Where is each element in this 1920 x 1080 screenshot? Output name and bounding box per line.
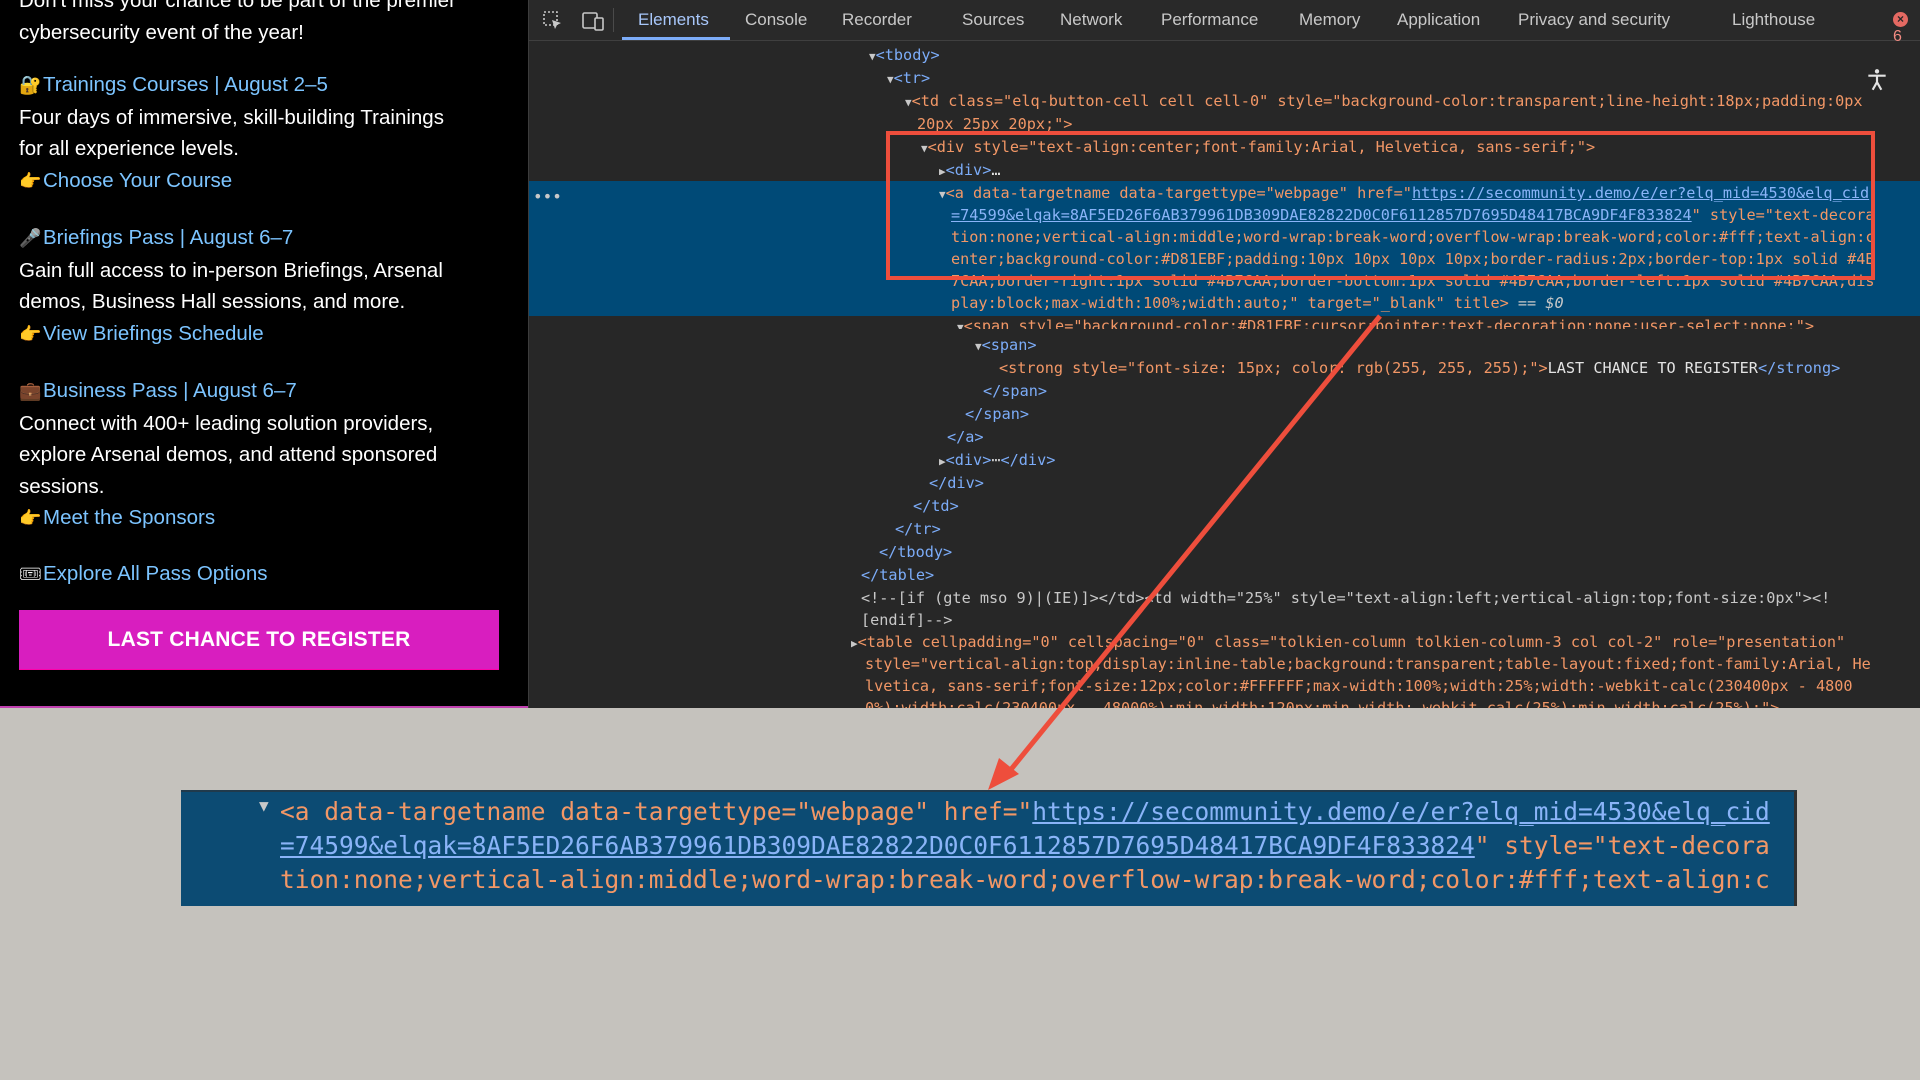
dom-node[interactable]: </tr> bbox=[895, 518, 941, 540]
business-body: sessions. bbox=[19, 474, 105, 498]
expand-triangle-icon: ▼ bbox=[259, 796, 269, 815]
toolbar-divider bbox=[613, 8, 614, 32]
dom-node[interactable]: </span> bbox=[965, 403, 1029, 425]
tab-network[interactable]: Network bbox=[1060, 10, 1122, 30]
dom-node[interactable]: </a> bbox=[947, 426, 984, 448]
register-button[interactable]: LAST CHANCE TO REGISTER bbox=[19, 610, 499, 670]
dom-node[interactable]: ▼<span> bbox=[975, 334, 1037, 356]
zoomed-callout: ▼ <a data-targetname data-targettype="we… bbox=[181, 790, 1797, 906]
briefings-section: 🎤Briefings Pass | August 6–7 Gain full a… bbox=[19, 222, 519, 350]
dom-node[interactable]: </tbody> bbox=[879, 541, 952, 563]
ticket-icon: 🎟 bbox=[19, 564, 42, 584]
intro-text: Don't miss your chance to be part of the… bbox=[19, 0, 456, 44]
trainings-body: Four days of immersive, skill-building T… bbox=[19, 105, 444, 129]
devtools-panel: Elements Console Recorder Sources Networ… bbox=[528, 0, 1920, 708]
tab-console[interactable]: Console bbox=[745, 10, 807, 30]
dom-node-continued: play:block;max-width:100%;width:auto;" t… bbox=[951, 294, 1564, 312]
node-actions-icon[interactable]: ••• bbox=[533, 187, 562, 206]
briefings-body: demos, Business Hall sessions, and more. bbox=[19, 290, 406, 313]
trainings-heading-link[interactable]: Trainings Courses | August 2–5 bbox=[43, 73, 328, 96]
tab-memory[interactable]: Memory bbox=[1299, 10, 1360, 30]
dom-node-continued: style="vertical-align:top;display:inline… bbox=[865, 655, 1871, 673]
business-section: 💼Business Pass | August 6–7 Connect with… bbox=[19, 375, 519, 535]
divider bbox=[0, 706, 528, 708]
dom-node[interactable]: </div> bbox=[929, 472, 984, 494]
trainings-body: for all experience levels. bbox=[19, 137, 239, 160]
tab-privacy-security[interactable]: Privacy and security bbox=[1518, 10, 1670, 30]
tab-application[interactable]: Application bbox=[1397, 10, 1480, 30]
microphone-icon: 🎤 bbox=[19, 228, 42, 248]
callout-line: tion:none;vertical-align:middle;word-wra… bbox=[280, 865, 1770, 894]
pointing-hand-icon: 👉 bbox=[19, 508, 42, 528]
callout-line: <a data-targetname data-targettype="webp… bbox=[280, 797, 1770, 826]
devtools-tabbar: Elements Console Recorder Sources Networ… bbox=[529, 0, 1920, 45]
meet-sponsors-link[interactable]: Meet the Sponsors bbox=[43, 506, 215, 529]
tab-performance[interactable]: Performance bbox=[1161, 10, 1258, 30]
email-preview: Don't miss your chance to be part of the… bbox=[0, 0, 528, 708]
dom-node[interactable]: ▼<tr> bbox=[887, 67, 930, 89]
active-tab-indicator bbox=[622, 37, 730, 40]
dom-node[interactable]: ▶<table cellpadding="0" cellspacing="0" … bbox=[851, 631, 1845, 653]
annotation-highlight-box bbox=[886, 131, 1875, 280]
dom-node[interactable]: </table> bbox=[861, 564, 934, 586]
view-briefings-link[interactable]: View Briefings Schedule bbox=[43, 322, 264, 345]
error-icon: × bbox=[1893, 12, 1908, 27]
lock-key-icon: 🔐 bbox=[19, 75, 42, 95]
pointing-hand-icon: 👉 bbox=[19, 323, 42, 344]
tab-recorder[interactable]: Recorder bbox=[842, 10, 912, 30]
dom-comment: [endif]--> bbox=[861, 611, 953, 629]
tab-sources[interactable]: Sources bbox=[962, 10, 1024, 30]
dom-node[interactable]: <strong style="font-size: 15px; color: r… bbox=[999, 357, 1840, 379]
dom-node[interactable]: </td> bbox=[913, 495, 959, 517]
device-toolbar-icon[interactable] bbox=[581, 9, 605, 33]
explore-passes-link[interactable]: Explore All Pass Options bbox=[43, 562, 267, 585]
callout-line: =74599&elqak=8AF5ED26F6AB379961DB309DAE8… bbox=[280, 831, 1770, 860]
pointing-hand-icon: 👉 bbox=[19, 170, 42, 191]
dom-node[interactable]: </span> bbox=[983, 380, 1047, 402]
trainings-section: 🔐Trainings Courses | August 2–5 Four day… bbox=[19, 69, 519, 197]
choose-course-link[interactable]: Choose Your Course bbox=[43, 169, 232, 192]
dom-node[interactable]: ▼<tbody> bbox=[869, 44, 940, 66]
dom-comment[interactable]: <!--[if (gte mso 9)|(IE)]></td><td width… bbox=[861, 587, 1830, 609]
dom-node-continued: lvetica, sans-serif;font-size:12px;color… bbox=[865, 677, 1853, 695]
briefcase-icon: 💼 bbox=[19, 381, 42, 401]
explore-row: 🎟Explore All Pass Options bbox=[19, 558, 519, 591]
dom-node-continued: 0%);width:calc(230400px - 48000%);min-wi… bbox=[865, 699, 1780, 708]
dom-node[interactable]: ▼<td class="elq-button-cell cell cell-0"… bbox=[905, 90, 1863, 112]
inspect-element-icon[interactable] bbox=[541, 9, 565, 33]
briefings-heading-link[interactable]: Briefings Pass | August 6–7 bbox=[43, 226, 293, 249]
business-body: Connect with 400+ leading solution provi… bbox=[19, 411, 434, 435]
accessibility-icon[interactable] bbox=[1864, 67, 1890, 93]
briefings-body: Gain full access to in-person Briefings,… bbox=[19, 258, 443, 282]
business-body: explore Arsenal demos, and attend sponso… bbox=[19, 443, 438, 466]
dom-node[interactable]: ▶<div>⋯</div> bbox=[939, 449, 1055, 471]
business-heading-link[interactable]: Business Pass | August 6–7 bbox=[43, 379, 297, 402]
tab-elements[interactable]: Elements bbox=[638, 10, 709, 30]
cut-off-marker bbox=[361, 790, 401, 792]
tab-lighthouse[interactable]: Lighthouse bbox=[1732, 10, 1815, 30]
dom-node[interactable]: ▼<span style="background-color:#D81EBF;c… bbox=[957, 315, 1814, 329]
